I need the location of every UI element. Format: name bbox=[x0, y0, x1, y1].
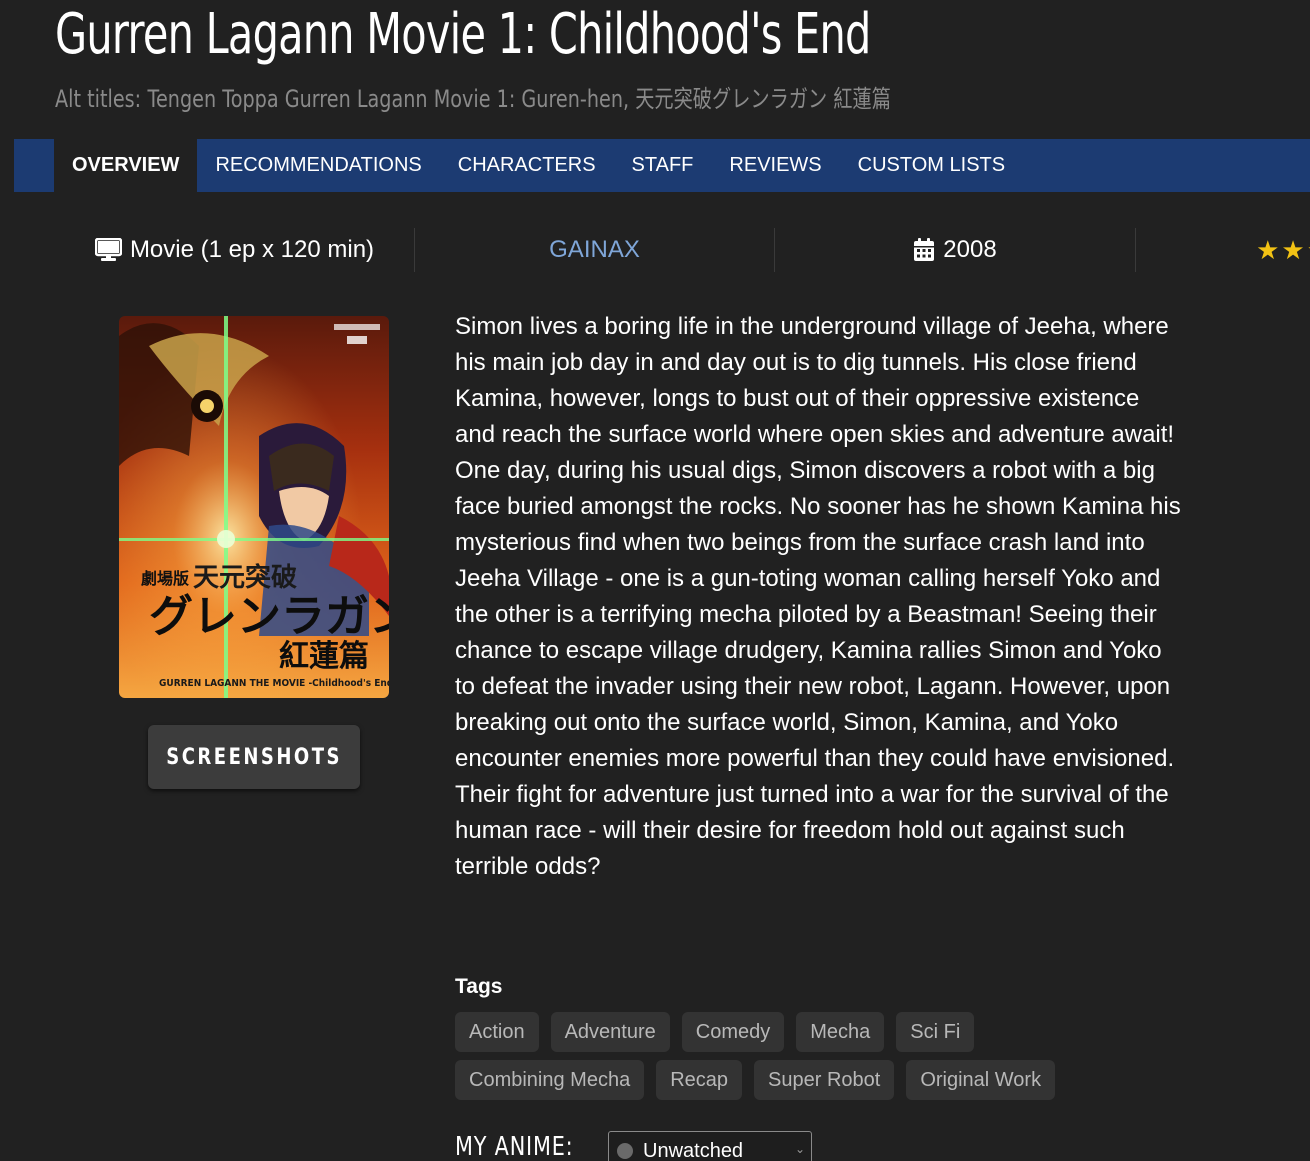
screenshots-button-label: SCREENSHOTS bbox=[166, 744, 342, 770]
alt-titles-text: Tengen Toppa Gurren Lagann Movie 1: Gure… bbox=[147, 85, 891, 113]
info-year-text: 2008 bbox=[943, 236, 997, 263]
screenshots-button[interactable]: SCREENSHOTS bbox=[148, 725, 360, 789]
tab-staff[interactable]: STAFF bbox=[614, 139, 712, 192]
star-icon: ★ bbox=[1256, 235, 1280, 265]
svg-text:天元突破: 天元突破 bbox=[193, 562, 297, 593]
rating-stars: ★ ★ ★ bbox=[1136, 228, 1310, 272]
monitor-icon bbox=[94, 238, 122, 262]
svg-text:グレンラガン: グレンラガン bbox=[149, 591, 389, 642]
tab-bar-spacer bbox=[14, 139, 54, 192]
alt-titles-prefix: Alt titles: bbox=[55, 85, 142, 113]
page-title: Gurren Lagann Movie 1: Childhood's End bbox=[55, 2, 871, 67]
info-year: 2008 bbox=[775, 228, 1136, 272]
tag-mecha[interactable]: Mecha bbox=[796, 1012, 885, 1052]
tab-custom-lists[interactable]: CUSTOM LISTS bbox=[840, 139, 1023, 192]
svg-text:GURREN LAGANN THE MOVIE -Child: GURREN LAGANN THE MOVIE -Childhood's End… bbox=[159, 678, 389, 689]
poster-lettering-top: 劇場版 bbox=[141, 569, 189, 588]
studio-link[interactable]: GAINAX bbox=[415, 228, 775, 272]
tab-recommendations[interactable]: RECOMMENDATIONS bbox=[197, 139, 439, 192]
tag-recap[interactable]: Recap bbox=[656, 1060, 743, 1100]
svg-text:紅蓮篇: 紅蓮篇 bbox=[279, 639, 369, 674]
tag-comedy[interactable]: Comedy bbox=[681, 1012, 785, 1052]
status-dot-icon bbox=[617, 1143, 633, 1159]
tag-adventure[interactable]: Adventure bbox=[550, 1012, 670, 1052]
tab-reviews[interactable]: REVIEWS bbox=[711, 139, 839, 192]
watch-status-value: Unwatched bbox=[643, 1139, 744, 1161]
tab-overview[interactable]: OVERVIEW bbox=[54, 139, 198, 192]
tab-characters[interactable]: CHARACTERS bbox=[440, 139, 614, 192]
tab-bar: OVERVIEW RECOMMENDATIONS CHARACTERS STAF… bbox=[14, 139, 1310, 192]
tag-original-work[interactable]: Original Work bbox=[906, 1060, 1056, 1100]
tag-combining-mecha[interactable]: Combining Mecha bbox=[455, 1060, 645, 1100]
calendar-icon bbox=[913, 238, 935, 262]
star-icon: ★ bbox=[1281, 235, 1305, 265]
poster-image: 劇場版 天元突破 グレンラガン 紅蓮篇 GURREN LAGANN THE MO… bbox=[119, 316, 389, 698]
tag-sci-fi[interactable]: Sci Fi bbox=[896, 1012, 975, 1052]
tag-action[interactable]: Action bbox=[455, 1012, 539, 1052]
info-bar: Movie (1 ep x 120 min) GAINAX 2008 ★ ★ bbox=[55, 228, 1310, 272]
tag-list: Action Adventure Comedy Mecha Sci Fi Com… bbox=[455, 1012, 1155, 1100]
anime-page: Gurren Lagann Movie 1: Childhood's End A… bbox=[0, 0, 1310, 1161]
synopsis: Simon lives a boring life in the undergr… bbox=[455, 313, 1181, 880]
info-type: Movie (1 ep x 120 min) bbox=[55, 228, 415, 272]
chevron-down-icon: ⌄ bbox=[794, 1142, 805, 1156]
watch-status-select[interactable]: Unwatched ⌄ bbox=[608, 1131, 812, 1161]
alt-titles: Alt titles: Tengen Toppa Gurren Lagann Mo… bbox=[55, 84, 891, 114]
my-anime-label: MY ANIME: bbox=[455, 1132, 574, 1161]
tag-super-robot[interactable]: Super Robot bbox=[754, 1060, 895, 1100]
info-type-text: Movie (1 ep x 120 min) bbox=[129, 236, 375, 263]
tags-heading: Tags bbox=[455, 975, 503, 998]
